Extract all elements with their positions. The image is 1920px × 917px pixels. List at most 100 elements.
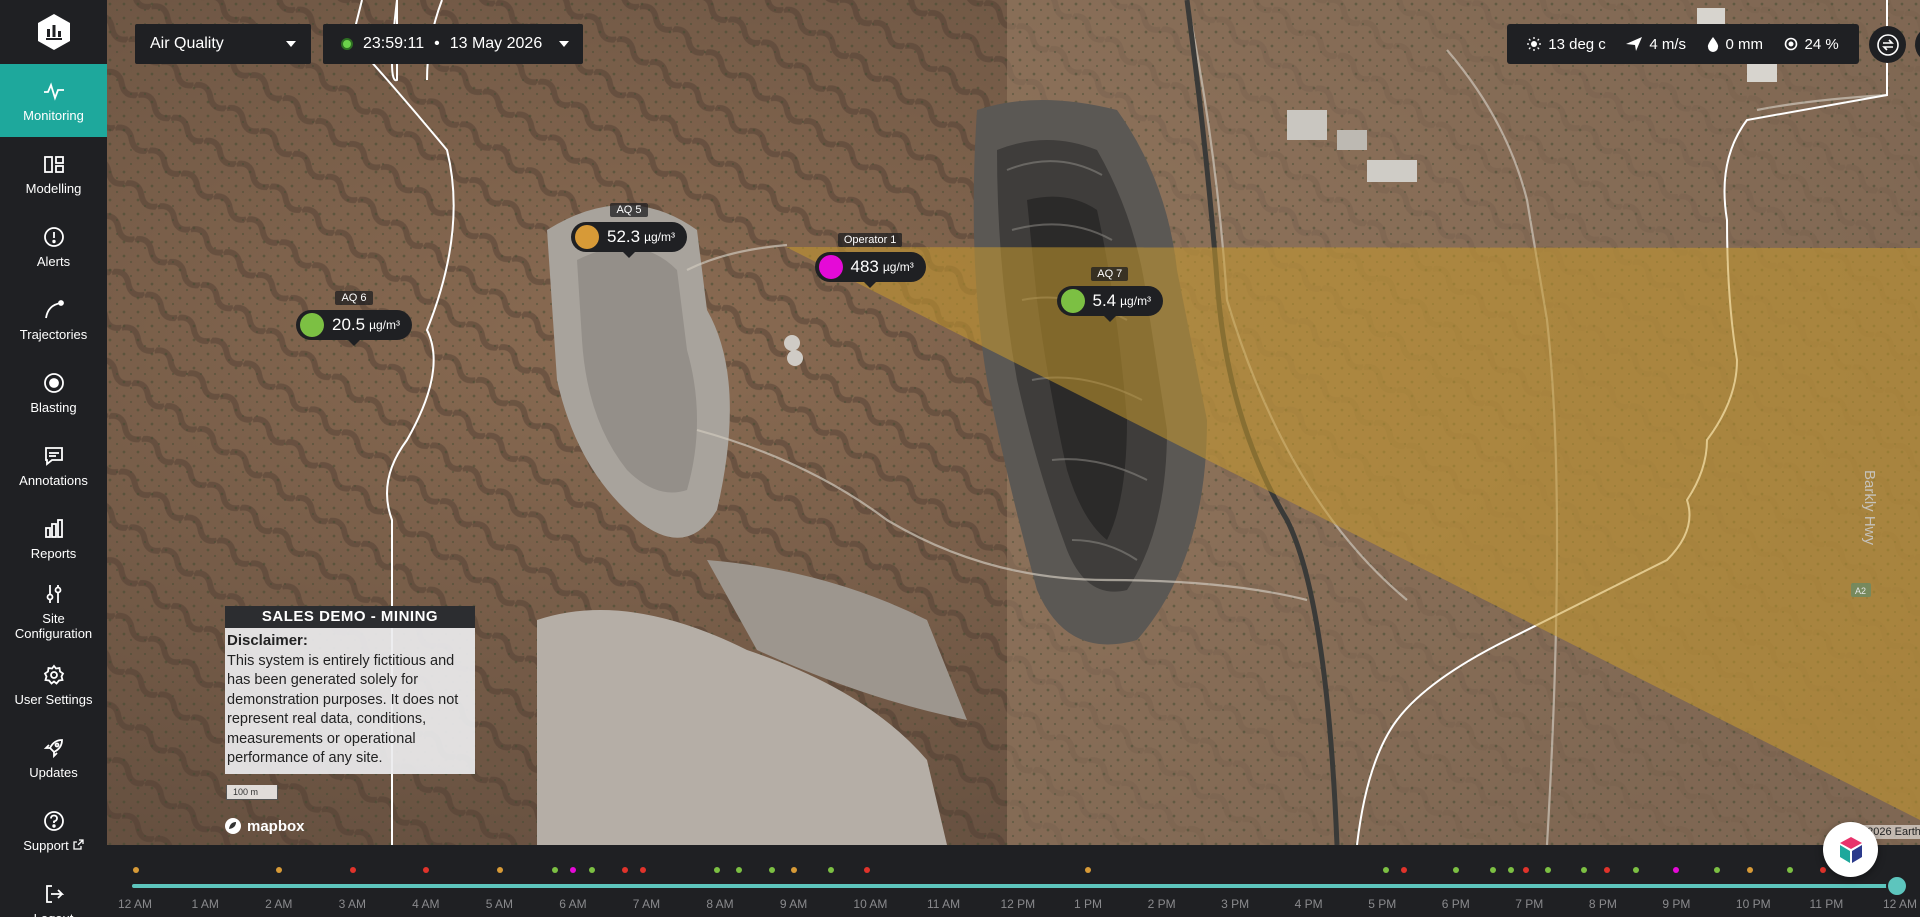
timeline-event-marker[interactable]	[735, 867, 742, 873]
timeline-hour-label: 7 AM	[632, 897, 661, 911]
sidebar-item-monitoring[interactable]: Monitoring	[0, 64, 107, 137]
timeline-event-marker[interactable]	[1673, 867, 1680, 873]
timeline-event-marker[interactable]	[1452, 867, 1459, 873]
timeline-track[interactable]	[132, 884, 1897, 888]
timeline-event-marker[interactable]	[1522, 867, 1529, 873]
timeline-event-marker[interactable]	[423, 867, 430, 873]
timeline-event-marker[interactable]	[1632, 867, 1639, 873]
timeline-event-marker[interactable]	[1820, 867, 1827, 873]
timeline-event-marker[interactable]	[827, 867, 834, 873]
chat-support-button[interactable]	[1823, 822, 1878, 877]
timeline-event-marker[interactable]	[1382, 867, 1389, 873]
sidebar-item-logout[interactable]: Logout	[0, 867, 107, 917]
timeline-event-marker[interactable]	[713, 867, 720, 873]
sidebar-item-label: Logout	[34, 911, 74, 917]
layer-select-value: Air Quality	[150, 35, 224, 52]
sensor-name: AQ 7	[1091, 267, 1129, 281]
humidity-value: 24 %	[1804, 35, 1839, 53]
timeline-hour-label: 11 AM	[926, 897, 961, 911]
status-dot-icon	[300, 313, 324, 337]
sidebar-item-modelling[interactable]: Modelling	[0, 137, 107, 210]
timeline-event-marker[interactable]	[132, 867, 139, 873]
timeline-event-marker[interactable]	[1085, 867, 1092, 873]
sidebar-item-annotations[interactable]: Annotations	[0, 429, 107, 502]
mapbox-logo[interactable]: mapbox	[224, 817, 305, 835]
timeline-event-marker[interactable]	[621, 867, 628, 873]
sensor-marker-aq7[interactable]: AQ 7 5.4 µg/m³	[1056, 267, 1164, 322]
sidebar-item-label: Updates	[29, 764, 78, 780]
brand-logo-icon	[1839, 836, 1862, 863]
timeline-event-marker[interactable]	[1401, 867, 1408, 873]
timeline-hour-label: 2 PM	[1147, 897, 1176, 911]
disclaimer-header: SALES DEMO - MINING	[225, 606, 475, 628]
sidebar-item-label: Monitoring	[23, 107, 84, 123]
sidebar-item-site-configuration[interactable]: Site Configuration	[0, 575, 107, 648]
sensor-value: 20.5	[332, 315, 366, 334]
sensor-reading: 20.5 µg/m³	[296, 310, 413, 340]
marker-pointer-icon	[864, 282, 877, 288]
timeline-event-marker[interactable]	[640, 867, 647, 873]
sensor-marker-aq6[interactable]: AQ 6 20.5 µg/m³	[296, 291, 413, 346]
disclaimer-body: Disclaimer: This system is entirely fict…	[225, 628, 475, 774]
datetime-picker[interactable]: 23:59:11 • 13 May 2026	[323, 24, 583, 64]
timeline-event-marker[interactable]	[570, 867, 577, 873]
timeline-hour-label: 5 AM	[485, 897, 514, 911]
timeline-event-marker[interactable]	[1746, 867, 1753, 873]
time-separator: •	[434, 35, 440, 52]
timeline-event-marker[interactable]	[349, 867, 356, 873]
map-view[interactable]: Barkly Hwy A2 Air Quality 23:59:11 • 13 …	[107, 0, 1920, 845]
timeline-hour-label: 2 AM	[265, 897, 293, 911]
current-date: 13 May 2026	[449, 35, 543, 52]
sensor-value: 52.3	[607, 227, 641, 246]
app-logo[interactable]	[0, 0, 107, 64]
sidebar-item-user-settings[interactable]: User Settings	[0, 648, 107, 721]
timeline-event-marker[interactable]	[276, 867, 283, 873]
disclaimer-title: Disclaimer:	[227, 632, 308, 649]
sidebar-item-updates[interactable]: Updates	[0, 721, 107, 794]
sensor-marker-aq5[interactable]: AQ 5 52.3 µg/m³	[571, 203, 688, 258]
timeline-hour-label: 4 AM	[412, 897, 440, 911]
timeline-event-marker[interactable]	[1544, 867, 1551, 873]
sidebar-item-reports[interactable]: Reports	[0, 502, 107, 575]
mapbox-icon	[225, 818, 241, 834]
timeline-slider-handle[interactable]	[1886, 875, 1908, 897]
timeline-hour-label: 12 AM	[118, 897, 153, 911]
sidebar-item-trajectories[interactable]: Trajectories	[0, 283, 107, 356]
sensor-unit: µg/m³	[369, 318, 401, 332]
timeline-event-marker[interactable]	[768, 867, 775, 873]
sidebar-item-label: Modelling	[25, 180, 82, 196]
live-status-icon	[341, 38, 353, 50]
timeline-event-marker[interactable]	[1713, 867, 1720, 873]
sidebar-item-alerts[interactable]: Alerts	[0, 210, 107, 283]
status-dot-icon	[818, 255, 843, 279]
sidebar-item-support[interactable]: Support	[0, 794, 107, 867]
mapbox-label: mapbox	[247, 817, 305, 835]
sensor-name: AQ 5	[610, 203, 648, 217]
timeline-event-marker[interactable]	[1603, 867, 1610, 873]
timeline-event-marker[interactable]	[1787, 867, 1794, 873]
sidebar: Monitoring Modelling Alerts Trajectories Bla…	[0, 0, 107, 917]
layer-select[interactable]: Air Quality	[135, 24, 311, 64]
timeline-event-marker[interactable]	[551, 867, 558, 873]
sensor-value: 483	[850, 257, 879, 276]
timeline-event-marker[interactable]	[864, 867, 871, 873]
swap-button[interactable]	[1869, 26, 1906, 63]
timeline-event-marker[interactable]	[588, 867, 595, 873]
timeline-event-marker[interactable]	[1489, 867, 1496, 873]
sensor-reading: 52.3 µg/m³	[571, 222, 688, 252]
timeline-event-marker[interactable]	[790, 867, 797, 873]
sensor-reading: 5.4 µg/m³	[1056, 286, 1164, 316]
sidebar-item-label: Site Configuration	[14, 611, 93, 641]
sidebar-item-blasting[interactable]: Blasting	[0, 356, 107, 429]
timeline-event-marker[interactable]	[1581, 867, 1588, 873]
target-icon	[42, 371, 66, 395]
sensor-marker-op1[interactable]: Operator 1 483 µg/m³	[814, 233, 926, 288]
rain-reading: 0 mm	[1707, 36, 1763, 53]
chevron-down-icon	[559, 41, 569, 47]
timeline-event-marker[interactable]	[1507, 867, 1514, 873]
sensor-unit: µg/m³	[1120, 294, 1152, 308]
timeline-event-marker[interactable]	[496, 867, 503, 873]
timeline-hour-label: 3 PM	[1221, 897, 1250, 911]
help-circle-icon	[42, 809, 66, 833]
trajectory-icon	[42, 298, 66, 322]
